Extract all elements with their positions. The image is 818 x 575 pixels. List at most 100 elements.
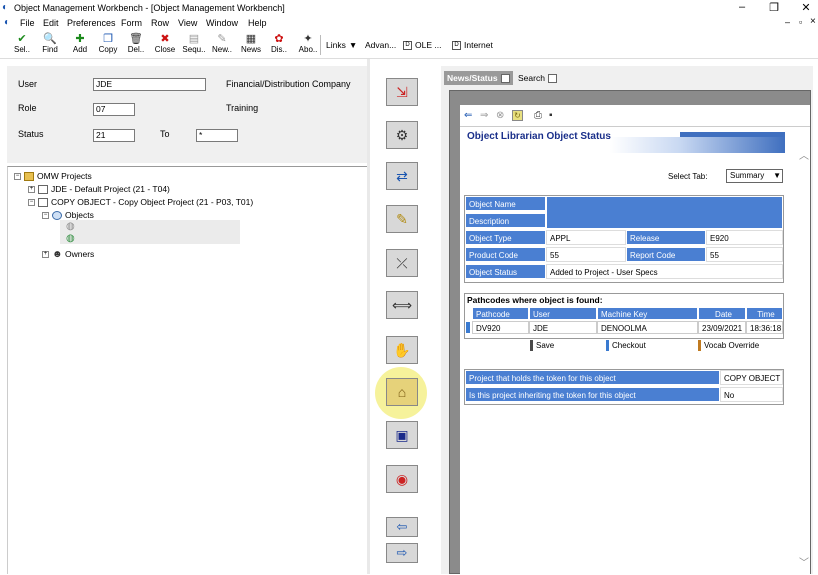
toolbar-button-label: Find	[42, 45, 58, 54]
owners-icon: ☻	[52, 248, 63, 260]
links-label: Links	[326, 40, 346, 50]
menu-file[interactable]: File	[20, 18, 35, 28]
legend-checkout: Checkout	[606, 340, 646, 351]
right-arrow-button[interactable]: ⇨	[386, 543, 418, 563]
minimize-button[interactable]: –	[732, 1, 752, 13]
toolbar-button-news[interactable]: ▦ News	[237, 34, 265, 55]
stop-icon[interactable]: ⊗	[496, 110, 504, 121]
toolbar-button-close[interactable]: ✖ Close	[151, 34, 179, 55]
menu-window[interactable]: Window	[206, 18, 238, 28]
machine-key-cell[interactable]: DENOOLMA	[597, 321, 698, 334]
refresh-icon[interactable]: ↻	[512, 110, 523, 121]
selected-tree-row[interactable]	[60, 220, 240, 244]
toolbar-button-del[interactable]: 🗑 Del..	[122, 33, 150, 55]
print-icon[interactable]: ⎙	[534, 110, 542, 121]
toolbar-button-find[interactable]: 🔍 Find	[36, 34, 64, 55]
advan-menu[interactable]: Advan...	[365, 40, 396, 50]
tree-node-omw-projects[interactable]: − OMW Projects	[14, 171, 92, 181]
menu-form[interactable]: Form	[121, 18, 142, 28]
transfer-button[interactable]: ⇄	[386, 162, 418, 190]
tab-news-status[interactable]: News/Status	[444, 71, 513, 85]
toolbar-button-dis[interactable]: ✿ Dis..	[265, 34, 293, 55]
tab-label: Search	[518, 73, 545, 83]
pathcode-cell[interactable]: DV920	[472, 321, 529, 334]
edit-button[interactable]: ✎	[386, 205, 418, 233]
scroll-down-icon[interactable]: ﹀	[799, 554, 809, 569]
advance-project-button[interactable]: ⇲	[386, 78, 418, 106]
collapse-icon[interactable]: −	[28, 198, 35, 206]
menu-row[interactable]: Row	[151, 18, 169, 28]
forward-icon[interactable]: ⇒	[480, 110, 488, 121]
tab-checkbox[interactable]	[500, 73, 510, 83]
collapse-icon[interactable]: −	[42, 211, 49, 219]
toolbar-button-sequ[interactable]: ▤ Sequ..	[180, 34, 208, 55]
tree-node-objects[interactable]: − Objects	[42, 210, 94, 220]
ole-menu[interactable]: D OLE ...	[403, 40, 441, 50]
select-tab-dropdown[interactable]: Summary ▼	[726, 169, 783, 183]
tree-node-default-project[interactable]: + JDE - Default Project (21 - T04)	[28, 184, 170, 194]
inner-restore-button[interactable]: ▫	[799, 17, 802, 27]
inner-close-button[interactable]: ×	[810, 16, 816, 27]
user-label: User	[18, 79, 38, 89]
tab-checkbox[interactable]	[547, 73, 557, 83]
menu-preferences[interactable]: Preferences	[67, 18, 116, 28]
status-from-input[interactable]: 21	[93, 129, 135, 142]
ole-icon: D	[403, 40, 412, 50]
remove-button[interactable]: ⤫	[386, 249, 418, 277]
browser-frame: ⇐ ⇒ ⊗ ↻ ⎙ ▪ Object Librarian Object Stat…	[449, 90, 811, 575]
object-app-icon[interactable]: ◍	[66, 233, 75, 244]
user-input[interactable]: JDE	[93, 78, 206, 91]
scroll-up-icon[interactable]: ︿	[799, 147, 809, 162]
about-icon: ✦	[303, 33, 313, 45]
tab-search[interactable]: Search	[515, 71, 560, 85]
menu-bar: ◐ File Edit Preferences Form Row View Wi…	[0, 16, 818, 31]
toolbar-button-copy[interactable]: ❐ Copy	[94, 34, 122, 55]
tree-label: OMW Projects	[37, 171, 92, 181]
inner-minimize-button[interactable]: –	[785, 17, 790, 27]
toolbar-button-add[interactable]: ✚ Add	[66, 34, 94, 55]
design-button[interactable]: ⚙	[386, 121, 418, 149]
move-button[interactable]: ⟺	[386, 291, 418, 319]
to-label: To	[160, 129, 170, 139]
role-input[interactable]: 07	[93, 103, 135, 116]
toolbar-button-label: New..	[211, 45, 232, 54]
browser-nav: ⇐ ⇒ ⊗ ↻ ⎙ ▪	[460, 105, 810, 127]
vertical-scrollbar[interactable]: ︿ ﹀	[797, 129, 810, 575]
toolbar-button-abo[interactable]: ✦ Abo..	[294, 33, 322, 55]
product-code-label: Product Code	[465, 247, 546, 262]
expand-icon[interactable]: +	[28, 185, 35, 193]
menu-help[interactable]: Help	[248, 18, 267, 28]
save-disk-button[interactable]: ▣	[386, 421, 418, 449]
tree-node-owners[interactable]: + ☻ Owners	[42, 249, 94, 259]
back-icon[interactable]: ⇐	[464, 110, 472, 121]
time-cell[interactable]: 18:36:18	[746, 321, 783, 334]
date-cell[interactable]: 23/09/2021	[698, 321, 746, 334]
object-type-value: APPL	[546, 230, 626, 245]
save-icon[interactable]: ▪	[549, 110, 553, 121]
user-cell[interactable]: JDE	[529, 321, 597, 334]
tree-node-copy-object[interactable]: − COPY OBJECT - Copy Object Project (21 …	[28, 197, 253, 207]
collapse-icon[interactable]: −	[14, 172, 21, 180]
checkout-button[interactable]: ✋	[386, 336, 418, 364]
toolbar-button-new[interactable]: ✎ New..	[208, 34, 236, 55]
restore-button[interactable]: ❐	[764, 1, 784, 14]
status-to-input[interactable]: *	[196, 129, 238, 142]
window-title: Object Management Workbench - [Object Ma…	[14, 3, 285, 13]
left-arrow-button[interactable]: ⇦	[386, 517, 418, 537]
delete-icon: 🗑	[129, 33, 143, 45]
object-globe-icon[interactable]: ◍	[66, 221, 75, 232]
token-button[interactable]: ⌂	[386, 378, 418, 406]
restore-button-mid[interactable]: ◉	[386, 465, 418, 493]
token-icon: ⌂	[397, 384, 407, 400]
close-window-button[interactable]: ✕	[796, 1, 816, 14]
remove-icon: ⤫	[396, 254, 408, 271]
menu-view[interactable]: View	[178, 18, 197, 28]
advan-label: Advan...	[365, 40, 397, 50]
menu-edit[interactable]: Edit	[43, 18, 59, 28]
folder-icon	[24, 171, 34, 181]
expand-icon[interactable]: +	[42, 250, 49, 258]
links-menu[interactable]: Links ▼	[326, 40, 357, 50]
toolbar-button-sel[interactable]: ✔ Sel..	[8, 34, 36, 55]
doc-icon: ◐	[4, 17, 11, 28]
internet-menu[interactable]: D Internet	[452, 40, 493, 50]
